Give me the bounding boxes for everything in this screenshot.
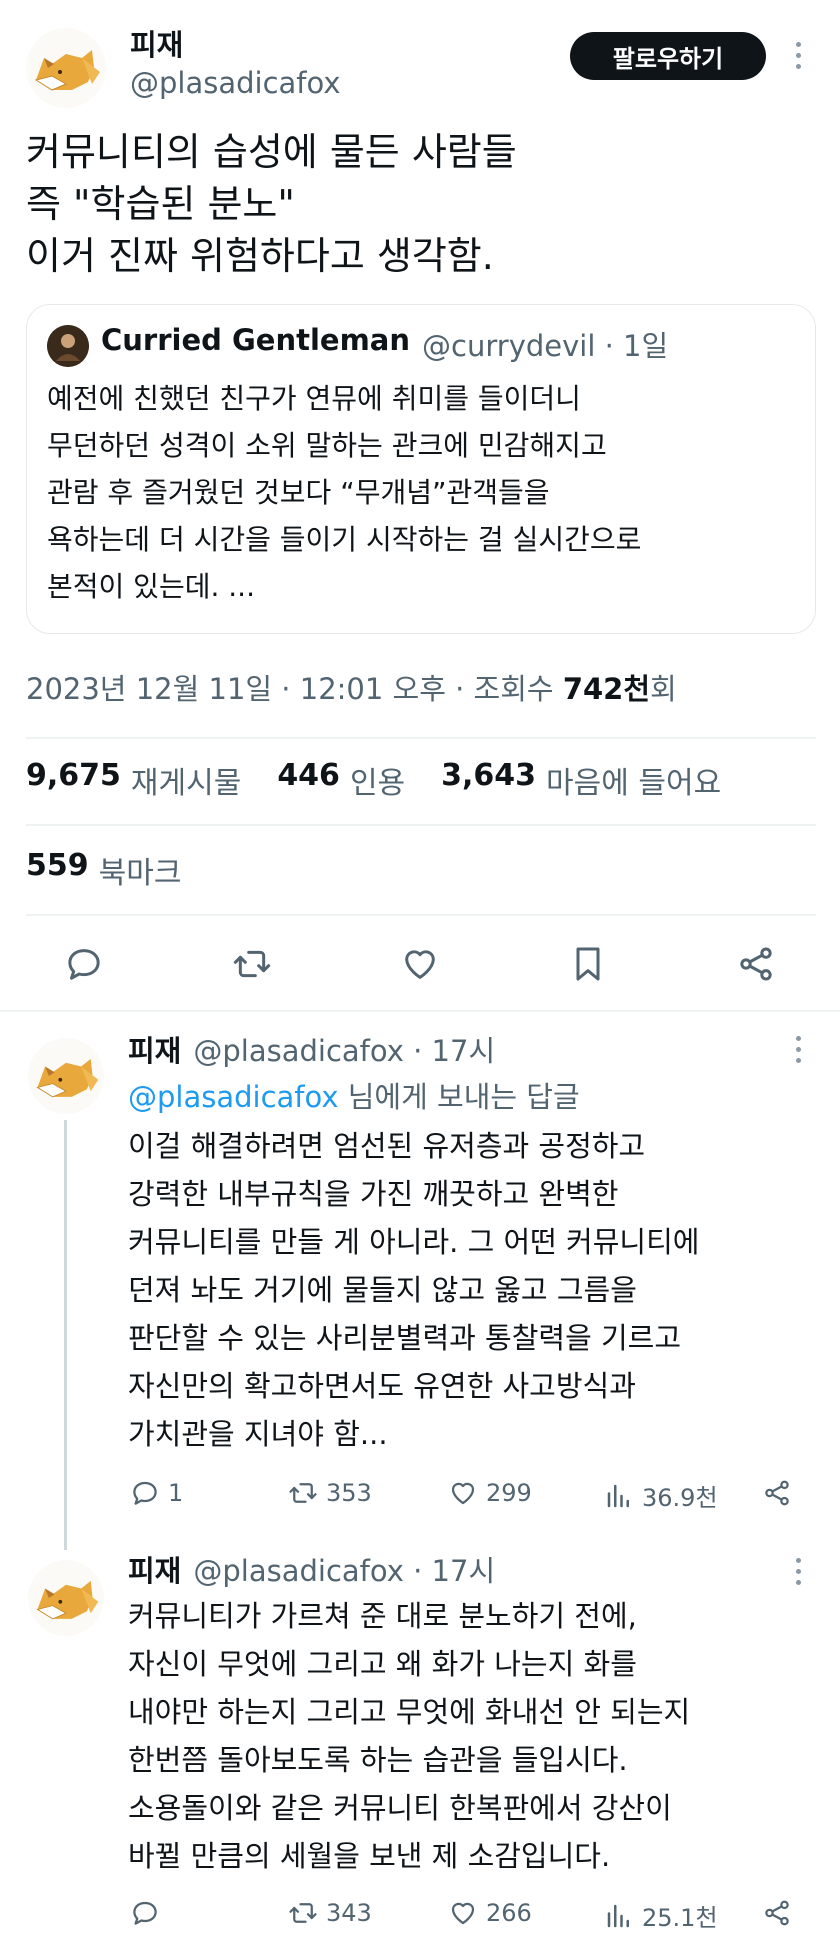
more-options-icon[interactable] [796, 1558, 802, 1585]
reply-author-avatar[interactable] [28, 1560, 104, 1636]
retweets-count[interactable]: 9,675 [26, 758, 121, 802]
follow-button[interactable]: 팔로우하기 [570, 32, 766, 80]
reply-mention-link[interactable]: @plasadicafox [128, 1080, 339, 1114]
share-icon [765, 1480, 789, 1506]
views-count: 25.1천 [642, 1904, 718, 1932]
analytics-icon [607, 1484, 629, 1507]
heart-icon [451, 1902, 475, 1925]
divider [26, 824, 816, 826]
quoted-tweet-card[interactable]: Curried Gentleman @currydevil · 1일 예전에 친… [26, 304, 816, 634]
bookmarks-count[interactable]: 559 [26, 848, 89, 892]
like-count: 299 [486, 1479, 532, 1507]
replying-to: @plasadicafox 님에게 보내는 답글 [128, 1080, 580, 1114]
views-action[interactable]: 36.9천 [604, 1478, 718, 1513]
reply-header: 피재 @plasadicafox · 17시 [128, 1548, 495, 1590]
quotes-label[interactable]: 인용 [350, 758, 405, 802]
share-icon[interactable] [734, 942, 778, 986]
quoted-tweet-text: 예전에 친했던 친구가 연뮤에 취미를 들이더니 무던하던 성격이 소위 말하는… [47, 382, 642, 603]
retweet-count: 353 [326, 1479, 372, 1507]
reply-author-avatar[interactable] [28, 1038, 104, 1114]
reply-header: 피재 @plasadicafox · 17시 [128, 1028, 495, 1070]
quotes-count[interactable]: 446 [277, 758, 340, 802]
retweet-icon [289, 1903, 317, 1923]
tweet-timestamp: 2023년 12월 11일 · 12:01 오후 · 조회수 742천회 [26, 672, 677, 706]
bookmarks-label[interactable]: 북마크 [99, 848, 182, 892]
divider [0, 1010, 840, 1012]
quoted-author-meta: @currydevil · 1일 [422, 329, 669, 363]
heart-icon[interactable] [398, 942, 442, 986]
likes-label[interactable]: 마음에 들어요 [546, 758, 721, 802]
share-action[interactable] [762, 1898, 792, 1928]
analytics-icon [607, 1904, 629, 1927]
share-action[interactable] [762, 1478, 792, 1508]
reply-author-meta[interactable]: @plasadicafox · 17시 [193, 1548, 495, 1590]
stats-row: 9,675 재게시물 446 인용 3,643 마음에 들어요 [26, 758, 721, 802]
divider [26, 914, 816, 916]
divider [26, 737, 816, 739]
retweet-action[interactable]: 353 [288, 1478, 372, 1508]
like-action[interactable]: 266 [448, 1898, 532, 1928]
reply-icon [133, 1901, 157, 1925]
heart-icon [451, 1482, 475, 1505]
reply-author-name[interactable]: 피재 [128, 1548, 181, 1590]
author-avatar[interactable] [26, 28, 106, 108]
views-count: 36.9천 [642, 1484, 718, 1512]
retweet-action[interactable]: 343 [288, 1898, 372, 1928]
quoted-author-name: Curried Gentleman [101, 323, 411, 357]
tweet-text: 커뮤니티의 습성에 물든 사람들 즉 "학습된 분노" 이거 진짜 위험하다고 … [26, 130, 517, 278]
reply-author-meta[interactable]: @plasadicafox · 17시 [193, 1028, 495, 1070]
like-count: 266 [486, 1899, 532, 1927]
more-options-icon[interactable] [796, 42, 802, 69]
retweets-label[interactable]: 재게시물 [131, 758, 241, 802]
reply-action[interactable] [130, 1898, 168, 1928]
reply-text: 이걸 해결하려면 엄선된 유저층과 공정하고 강력한 내부규칙을 가진 깨끗하고… [128, 1129, 700, 1451]
retweet-icon[interactable] [230, 942, 274, 986]
share-icon [765, 1900, 789, 1926]
reply-icon [133, 1481, 157, 1505]
reply-icon[interactable] [62, 942, 106, 986]
likes-count[interactable]: 3,643 [441, 758, 536, 802]
bookmark-icon[interactable] [566, 942, 610, 986]
reply-text: 커뮤니티가 가르쳐 준 대로 분노하기 전에, 자신이 무엇에 그리고 왜 화가… [128, 1599, 691, 1873]
author-name[interactable]: 피재 [130, 22, 183, 64]
retweet-icon [289, 1483, 317, 1503]
views-count: 742천 [562, 672, 651, 706]
retweet-count: 343 [326, 1899, 372, 1927]
reply-count: 1 [168, 1479, 184, 1507]
bookmarks-row: 559 북마크 [26, 848, 181, 892]
reply-author-name[interactable]: 피재 [128, 1028, 181, 1070]
quoted-author-avatar [47, 325, 89, 367]
author-handle[interactable]: @plasadicafox [130, 66, 341, 100]
more-options-icon[interactable] [796, 1036, 802, 1063]
views-action[interactable]: 25.1천 [604, 1898, 718, 1933]
reply-action[interactable]: 1 [130, 1478, 183, 1508]
like-action[interactable]: 299 [448, 1478, 532, 1508]
thread-line [64, 1120, 67, 1550]
